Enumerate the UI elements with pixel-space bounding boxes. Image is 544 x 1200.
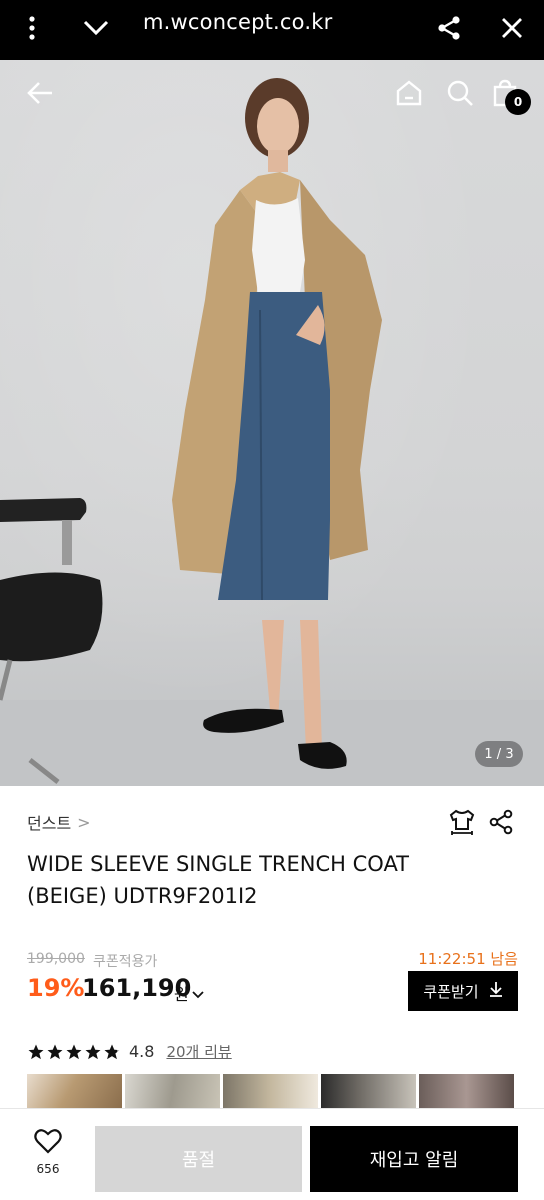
wish-count: 656 bbox=[36, 1162, 60, 1176]
review-thumbnail[interactable] bbox=[321, 1074, 416, 1110]
sale-timer: 11:22:51 남음 bbox=[418, 950, 518, 968]
coupon-price-note: 쿠폰적용가 bbox=[93, 954, 158, 970]
search-icon[interactable] bbox=[440, 73, 480, 113]
chevron-down-icon[interactable] bbox=[74, 6, 118, 50]
url-bar[interactable]: m.wconcept.co.kr bbox=[143, 10, 332, 34]
review-count-link[interactable]: 20개 리뷰 bbox=[166, 1041, 231, 1062]
wishlist-button[interactable]: 656 bbox=[24, 1128, 72, 1184]
original-price: 199,000 bbox=[27, 951, 85, 967]
review-thumbnails bbox=[27, 1074, 514, 1110]
share-product-icon[interactable] bbox=[484, 805, 518, 839]
star-icon bbox=[28, 1044, 44, 1059]
review-thumbnail[interactable] bbox=[125, 1074, 220, 1110]
download-icon bbox=[489, 981, 503, 1001]
size-guide-icon[interactable] bbox=[445, 805, 479, 839]
close-icon[interactable] bbox=[490, 6, 534, 50]
product-title: WIDE SLEEVE SINGLE TRENCH COAT (BEIGE) U… bbox=[27, 848, 467, 912]
product-rating: 4.8 20개 리뷰 bbox=[27, 1041, 232, 1062]
chevron-right-icon: > bbox=[77, 812, 91, 832]
rating-score: 4.8 bbox=[129, 1042, 155, 1061]
star-rating bbox=[27, 1043, 121, 1061]
restock-alert-button[interactable]: 재입고 알림 bbox=[310, 1126, 518, 1192]
discount-rate: 19% bbox=[27, 974, 85, 1002]
cart-count-badge[interactable]: 0 bbox=[505, 89, 531, 115]
back-arrow-icon[interactable] bbox=[20, 73, 60, 113]
heart-icon bbox=[34, 1128, 62, 1158]
soldout-button[interactable]: 품절 bbox=[95, 1126, 302, 1192]
brand-name: 던스트 bbox=[27, 814, 72, 833]
product-image-gallery[interactable] bbox=[0, 60, 544, 786]
share-icon[interactable] bbox=[427, 6, 471, 50]
review-thumbnail[interactable] bbox=[419, 1074, 514, 1110]
more-vertical-icon[interactable] bbox=[10, 6, 54, 50]
get-coupon-button[interactable]: 쿠폰받기 bbox=[408, 971, 518, 1011]
star-icon bbox=[104, 1044, 120, 1059]
product-title-line1: WIDE SLEEVE SINGLE TRENCH COAT bbox=[27, 852, 410, 876]
currency-unit: 원 bbox=[174, 985, 189, 1004]
browser-top-bar: m.wconcept.co.kr bbox=[0, 0, 544, 60]
product-photo bbox=[0, 78, 382, 784]
star-icon bbox=[47, 1044, 63, 1059]
home-icon[interactable] bbox=[389, 73, 429, 113]
chevron-down-icon bbox=[192, 984, 204, 1003]
product-title-line2: (BEIGE) UDTR9F201I2 bbox=[27, 884, 258, 908]
gallery-counter: 1 / 3 bbox=[475, 741, 523, 767]
review-thumbnail[interactable] bbox=[223, 1074, 318, 1110]
price-detail-toggle[interactable]: 원 bbox=[174, 981, 204, 1005]
review-thumbnail[interactable] bbox=[27, 1074, 122, 1110]
brand-link[interactable]: 던스트 > bbox=[27, 810, 91, 834]
get-coupon-label: 쿠폰받기 bbox=[423, 982, 479, 1001]
star-icon bbox=[85, 1044, 101, 1059]
star-icon bbox=[66, 1044, 82, 1059]
